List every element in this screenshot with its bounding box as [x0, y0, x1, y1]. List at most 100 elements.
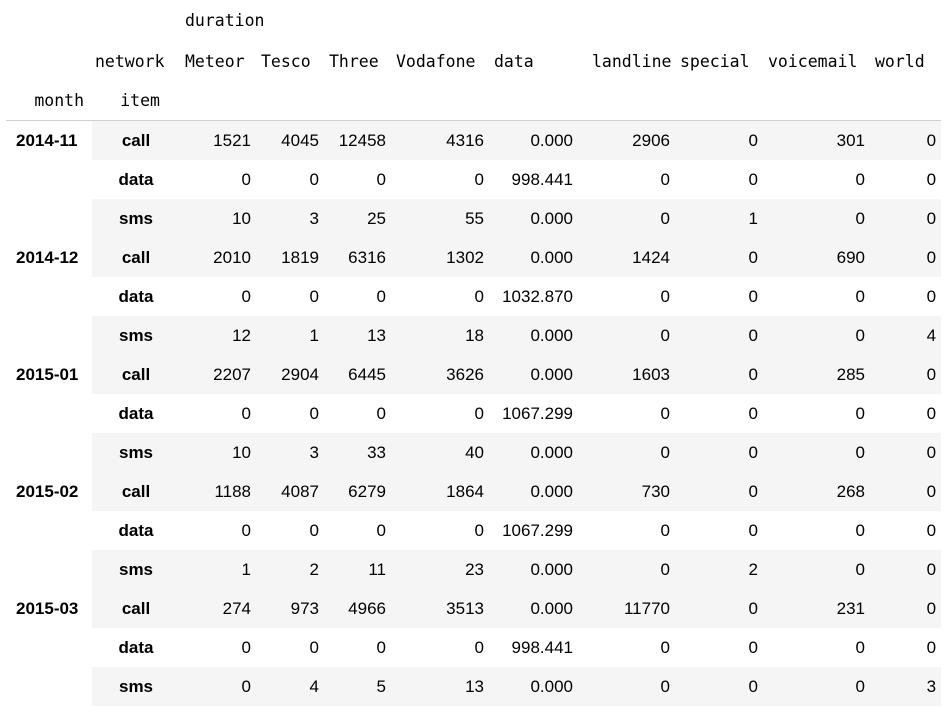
- table-cell: 0: [870, 355, 942, 394]
- table-cell: 33: [324, 433, 391, 472]
- table-cell: 0: [870, 433, 942, 472]
- table-cell: 11: [324, 550, 391, 589]
- header-month-label: month: [6, 81, 92, 121]
- table-header: duration network Meteor Tesco Three Voda…: [6, 0, 942, 121]
- column-header: landline: [592, 51, 672, 71]
- table-cell: 730: [578, 472, 675, 511]
- table-cell: 0: [578, 199, 675, 238]
- table-cell: 1302: [391, 238, 489, 277]
- table-cell: 0: [763, 316, 870, 355]
- column-header: Three: [329, 51, 379, 71]
- table-cell: 0.000: [489, 120, 578, 160]
- table-cell: 2: [256, 550, 324, 589]
- table-cell: 0: [391, 394, 489, 433]
- header-corner: [6, 0, 92, 41]
- item-label: sms: [92, 550, 180, 589]
- item-label: call: [92, 589, 180, 628]
- table-cell: 0: [870, 550, 942, 589]
- table-row: data 0 0 0 0 1032.870 0 0 0 0: [6, 277, 942, 316]
- table-cell: 0: [391, 628, 489, 667]
- table-cell: 0: [324, 277, 391, 316]
- table-cell: 0: [391, 277, 489, 316]
- table-cell: 268: [763, 472, 870, 511]
- table-cell: 4: [256, 667, 324, 706]
- table-cell: 55: [391, 199, 489, 238]
- table-cell: 23: [391, 550, 489, 589]
- column-header: world: [875, 51, 925, 71]
- table-cell: 0: [763, 199, 870, 238]
- table-cell: 4: [870, 316, 942, 355]
- table-cell: 0.000: [489, 589, 578, 628]
- column-header: voicemail: [768, 51, 858, 71]
- table-cell: 6445: [324, 355, 391, 394]
- header-item-label: item: [92, 81, 180, 121]
- table-cell: 0: [180, 511, 256, 550]
- table-cell: 0: [578, 511, 675, 550]
- table-cell: 0: [180, 277, 256, 316]
- month-label: 2015-02: [6, 472, 92, 589]
- column-header: data: [494, 51, 534, 71]
- table-row: 2014-11 call 1521 4045 12458 4316 0.000 2906 0 30…: [6, 120, 942, 238]
- table-cell: 3513: [391, 589, 489, 628]
- table-row: sms 10 3 25 55 0.000 0 1 0 0: [6, 199, 942, 238]
- table-cell: 3: [256, 199, 324, 238]
- table-cell: 10: [180, 433, 256, 472]
- table-cell: 0: [578, 277, 675, 316]
- table-cell: 40: [391, 433, 489, 472]
- table-cell: 0: [675, 316, 763, 355]
- table-cell: 0: [675, 120, 763, 160]
- table-cell: 11770: [578, 589, 675, 628]
- table-cell: 1067.299: [489, 511, 578, 550]
- table-cell: 25: [324, 199, 391, 238]
- table-cell: 1819: [256, 238, 324, 277]
- table-cell: 1032.870: [489, 277, 578, 316]
- table-cell: 1067.299: [489, 394, 578, 433]
- table-cell: 1521: [180, 120, 256, 160]
- column-header: Tesco: [261, 51, 311, 71]
- column-header: special: [680, 51, 750, 71]
- header-network-label: network: [95, 51, 165, 71]
- table-body: 2014-11 call 1521 4045 12458 4316 0.000 2906 0 30…: [6, 120, 942, 706]
- table-cell: 2906: [578, 120, 675, 160]
- table-cell: 13: [391, 667, 489, 706]
- item-label: data: [92, 394, 180, 433]
- table-cell: 0: [870, 238, 942, 277]
- table-cell: 0: [180, 628, 256, 667]
- month-label: 2015-03: [6, 589, 92, 706]
- item-label: call: [92, 238, 180, 277]
- table-cell: 6279: [324, 472, 391, 511]
- table-cell: 0: [870, 589, 942, 628]
- table-row: 2015-02 call 1188 4087 6279 1864 0.000 730 0 268 0: [6, 472, 942, 589]
- table-cell: 0: [256, 160, 324, 199]
- table-cell: 0: [256, 628, 324, 667]
- table-cell: 2010: [180, 238, 256, 277]
- table-cell: 0: [763, 550, 870, 589]
- table-cell: 0: [675, 160, 763, 199]
- table-cell: 12458: [324, 120, 391, 160]
- table-row: data 0 0 0 0 1067.299 0 0 0 0: [6, 394, 942, 433]
- table-cell: 1: [675, 199, 763, 238]
- table-row: 2014-12 call 2010 1819 6316 1302 0.000 1424 0 690…: [6, 238, 942, 355]
- table-cell: 0.000: [489, 433, 578, 472]
- item-label: call: [92, 120, 180, 160]
- table-row: 2015-01 call 2207 2904 6445 3626 0.000 1603 0 285…: [6, 355, 942, 472]
- table-cell: 231: [763, 589, 870, 628]
- table-cell: 0: [180, 394, 256, 433]
- table-cell: 0: [870, 472, 942, 511]
- table-cell: 0: [870, 120, 942, 160]
- table-cell: 0.000: [489, 316, 578, 355]
- table-cell: 0: [870, 199, 942, 238]
- table-cell: 0: [391, 511, 489, 550]
- table-cell: 998.441: [489, 628, 578, 667]
- table-cell: 4966: [324, 589, 391, 628]
- table-cell: 0: [256, 277, 324, 316]
- table-cell: 0: [675, 433, 763, 472]
- table-cell: 0: [870, 160, 942, 199]
- item-label: data: [92, 277, 180, 316]
- pivot-table: duration network Meteor Tesco Three Voda…: [6, 0, 942, 706]
- header-row-columns: network Meteor Tesco Three Vodafone data…: [6, 41, 941, 81]
- month-label: 2014-12: [6, 238, 92, 355]
- table-cell: 0.000: [489, 472, 578, 511]
- table-cell: 0: [675, 628, 763, 667]
- table-cell: 6316: [324, 238, 391, 277]
